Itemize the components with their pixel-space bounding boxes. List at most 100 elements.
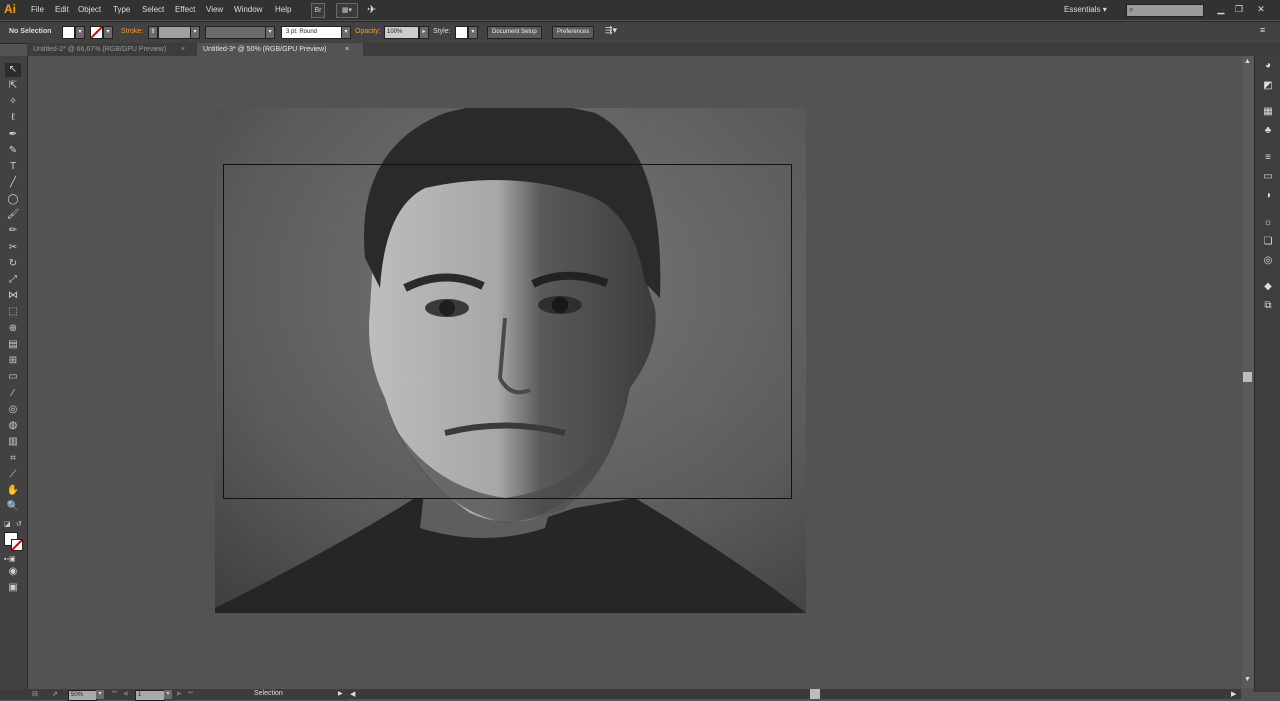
mesh-tool-icon[interactable]: ⊞ — [5, 354, 21, 368]
close-icon[interactable]: ✕ — [1253, 2, 1269, 16]
blend-tool-icon[interactable]: ◎ — [5, 403, 21, 417]
direct-selection-tool-icon[interactable]: ⇱ — [5, 79, 21, 93]
minimize-icon[interactable]: ▁ — [1214, 2, 1228, 16]
scissors-tool-icon[interactable]: ✂ — [5, 241, 21, 255]
swatches-panel-icon[interactable]: ▦ — [1261, 106, 1275, 118]
scroll-down-icon[interactable]: ▼ — [1244, 676, 1251, 683]
menu-effect[interactable]: Effect — [175, 5, 195, 14]
screen-mode-icon[interactable]: ▣ — [5, 581, 21, 595]
opacity-label[interactable]: Opacity: — [355, 28, 381, 35]
stroke-weight-dropdown[interactable]: ▾ — [190, 26, 200, 39]
gradient-panel-icon[interactable]: ▭ — [1261, 171, 1275, 183]
opacity-field[interactable]: 100% — [384, 26, 419, 39]
share-icon[interactable]: ⇗ — [52, 690, 58, 698]
scroll-up-icon[interactable]: ▲ — [1244, 58, 1251, 65]
appearance-panel-icon[interactable]: ☼ — [1261, 217, 1275, 229]
brushes-panel-icon[interactable]: ♣ — [1261, 125, 1275, 137]
color-panel-icon[interactable]: ◕ — [1261, 60, 1275, 72]
stroke-dropdown[interactable]: ▾ — [103, 26, 113, 39]
menu-type[interactable]: Type — [113, 5, 130, 14]
menu-object[interactable]: Object — [78, 5, 101, 14]
free-transform-tool-icon[interactable]: ⬚ — [5, 305, 21, 319]
stroke-panel-icon[interactable]: ≡ — [1261, 152, 1275, 164]
layers-panel-icon[interactable]: ◆ — [1261, 281, 1275, 293]
artboard-tool-icon[interactable]: ⌗ — [5, 452, 21, 466]
profile-dropdown[interactable]: ▾ — [265, 26, 275, 39]
stroke-swatch[interactable] — [90, 26, 103, 39]
status-menu-icon[interactable]: ▶ — [338, 690, 343, 697]
first-artboard-icon[interactable]: ⏮ — [112, 690, 117, 697]
menu-file[interactable]: File — [31, 5, 44, 14]
width-tool-icon[interactable]: ⋈ — [5, 289, 21, 303]
graphic-styles-panel-icon[interactable]: ❏ — [1261, 236, 1275, 248]
symbol-sprayer-tool-icon[interactable]: ◍ — [5, 419, 21, 433]
toggle-panel-icon[interactable]: ⊟ — [32, 690, 38, 698]
last-artboard-icon[interactable]: ⏭ — [188, 690, 193, 697]
stroke-weight-field[interactable] — [158, 26, 192, 39]
bridge-button[interactable]: Br — [311, 3, 325, 18]
drawing-mode-icon[interactable]: ◉ — [5, 565, 21, 579]
shape-builder-tool-icon[interactable]: ⊕ — [5, 322, 21, 336]
zoom-tool-icon[interactable]: 🔍 — [5, 500, 21, 514]
tab-untitled-2[interactable]: Untitled-2* @ 66,67% (RGB/GPU Preview) × — [27, 43, 199, 56]
document-setup-button[interactable]: Document Setup — [487, 26, 542, 39]
tab-untitled-3[interactable]: Untitled-3* @ 50% (RGB/GPU Preview) × — [197, 43, 363, 56]
next-artboard-icon[interactable]: ▶ — [177, 690, 182, 697]
lasso-tool-icon[interactable]: ℓ — [5, 111, 21, 125]
artboards-panel-icon[interactable]: ⧉ — [1261, 300, 1275, 312]
style-swatch[interactable] — [455, 26, 468, 39]
eyedropper-tool-icon[interactable]: ⁄ — [5, 387, 21, 401]
scale-tool-icon[interactable]: ⤢ — [5, 273, 21, 287]
stroke-weight-stepper[interactable]: ⇕ — [148, 26, 158, 39]
color-mode-icons[interactable]: ▪▫▣ — [4, 555, 16, 563]
workspace-switcher[interactable]: Essentials ▾ — [1064, 5, 1107, 14]
vertical-scroll-thumb[interactable] — [1243, 372, 1252, 382]
menu-view[interactable]: View — [206, 5, 223, 14]
rotate-tool-icon[interactable]: ↻ — [5, 257, 21, 271]
transparency-panel-icon[interactable]: ◑ — [1261, 190, 1275, 202]
brush-definition[interactable]: 3 pt. Round — [281, 26, 344, 39]
menu-select[interactable]: Select — [142, 5, 164, 14]
type-tool-icon[interactable]: T — [5, 160, 21, 174]
gpu-performance-icon[interactable]: ✈ — [367, 3, 376, 16]
perspective-grid-tool-icon[interactable]: ▤ — [5, 338, 21, 352]
variable-width-profile[interactable] — [205, 26, 267, 39]
color-guide-panel-icon[interactable]: ◩ — [1261, 80, 1275, 92]
preferences-button[interactable]: Preferences — [552, 26, 595, 39]
tab-close-icon[interactable]: × — [345, 43, 349, 56]
selection-rectangle[interactable] — [223, 164, 792, 499]
slice-tool-icon[interactable]: ⟋ — [5, 468, 21, 482]
pen-tool-icon[interactable]: ✒ — [5, 128, 21, 142]
vertical-scrollbar[interactable]: ▲ ▼ — [1242, 56, 1254, 688]
pencil-tool-icon[interactable]: ✏ — [5, 224, 21, 238]
artboard-number-field[interactable]: 1 — [135, 690, 165, 701]
ellipse-tool-icon[interactable]: ◯ — [5, 193, 21, 207]
arrange-documents-icon[interactable]: ▦▾ — [336, 3, 358, 18]
magic-wand-tool-icon[interactable]: ✧ — [5, 95, 21, 109]
opacity-dropdown[interactable]: ▸ — [419, 26, 429, 39]
line-tool-icon[interactable]: ╱ — [5, 176, 21, 190]
swap-colors-icon[interactable]: ↺ — [16, 520, 22, 528]
zoom-field[interactable]: 50% — [68, 690, 97, 701]
menu-help[interactable]: Help — [275, 5, 291, 14]
column-graph-tool-icon[interactable]: ▥ — [5, 435, 21, 449]
restore-icon[interactable]: ❐ — [1232, 2, 1246, 16]
selection-tool-icon[interactable]: ↖ — [5, 63, 21, 77]
paintbrush-tool-icon[interactable]: 🖌 — [5, 208, 21, 222]
horizontal-scrollbar[interactable]: ◀ ▶ — [347, 689, 1241, 699]
brush-dropdown[interactable]: ▾ — [341, 26, 351, 39]
scroll-left-icon[interactable]: ◀ — [350, 690, 355, 698]
zoom-dropdown[interactable]: ▾ — [96, 690, 104, 699]
artboard-dropdown[interactable]: ▾ — [164, 690, 172, 699]
default-colors-icon[interactable]: ◪ — [4, 520, 11, 528]
previous-artboard-icon[interactable]: ◀ — [123, 690, 128, 697]
fill-swatch[interactable] — [62, 26, 75, 39]
scroll-right-icon[interactable]: ▶ — [1231, 690, 1236, 698]
style-dropdown[interactable]: ▾ — [468, 26, 478, 39]
tab-close-icon[interactable]: × — [181, 43, 185, 56]
horizontal-scroll-thumb[interactable] — [810, 689, 820, 699]
search-input[interactable]: ⌕ — [1126, 4, 1204, 17]
panel-menu-icon[interactable]: ≡ — [1260, 25, 1265, 35]
gradient-tool-icon[interactable]: ▭ — [5, 370, 21, 384]
curvature-tool-icon[interactable]: ✎ — [5, 144, 21, 158]
